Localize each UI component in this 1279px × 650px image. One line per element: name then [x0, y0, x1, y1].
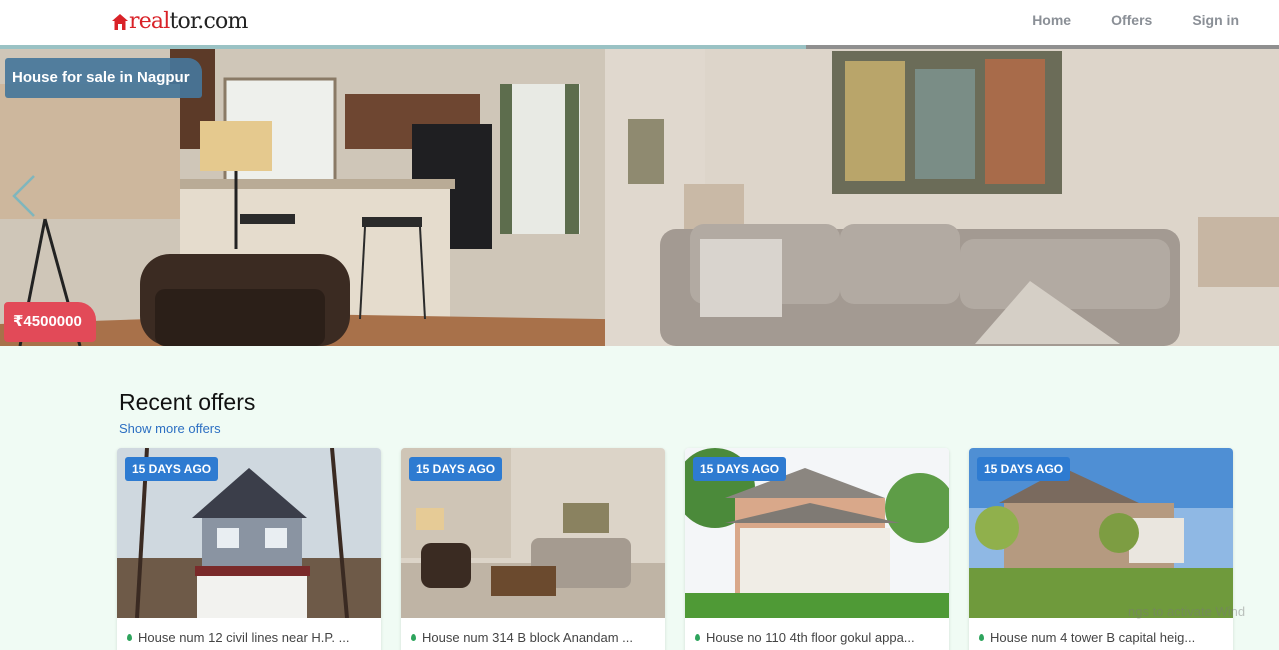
location-pin-icon: [127, 634, 132, 641]
offer-address: House num 12 civil lines near H.P. ...: [127, 630, 375, 645]
show-more-offers-link[interactable]: Show more offers: [119, 421, 221, 436]
location-pin-icon: [411, 634, 416, 641]
offer-card[interactable]: 15 DAYS AGO House num 4 tower B capital …: [969, 448, 1233, 650]
listing-age-badge: 15 DAYS AGO: [977, 457, 1071, 481]
hero-price-tag: ₹4500000: [4, 302, 96, 342]
listing-age-badge: 15 DAYS AGO: [125, 457, 219, 481]
nav-offers[interactable]: Offers: [1111, 12, 1152, 28]
top-nav-bar: realtor.com Home Offers Sign in: [0, 0, 1279, 45]
location-pin-icon: [695, 634, 700, 641]
offer-address: House num 4 tower B capital heig...: [979, 630, 1227, 645]
location-pin-icon: [979, 634, 984, 641]
logo-wordmark: realtor.com: [129, 9, 248, 34]
hero-carousel[interactable]: House for sale in Nagpur ₹4500000: [0, 49, 1279, 346]
offer-address: House no 110 4th floor gokul appa...: [695, 630, 943, 645]
nav-home[interactable]: Home: [1032, 12, 1071, 28]
offer-address: House num 314 B block Anandam ...: [411, 630, 659, 645]
recent-offers-heading: Recent offers: [119, 389, 256, 415]
main-nav: Home Offers Sign in: [992, 12, 1239, 28]
realtor-logo[interactable]: realtor.com: [111, 9, 248, 34]
os-activation-watermark: ngs to activate Wind: [1128, 604, 1246, 619]
offer-card[interactable]: 15 DAYS AGO House no 110 4th floor gokul…: [685, 448, 949, 650]
hero-title-label: House for sale in Nagpur: [5, 58, 202, 98]
offer-card[interactable]: 15 DAYS AGO House num 12 civil lines nea…: [117, 448, 381, 650]
house-logo-icon: [112, 13, 128, 30]
listing-age-badge: 15 DAYS AGO: [693, 457, 787, 481]
chevron-left-icon[interactable]: [10, 174, 38, 218]
listing-age-badge: 15 DAYS AGO: [409, 457, 503, 481]
offer-card[interactable]: 15 DAYS AGO House num 314 B block Ananda…: [401, 448, 665, 650]
nav-sign-in[interactable]: Sign in: [1192, 12, 1239, 28]
